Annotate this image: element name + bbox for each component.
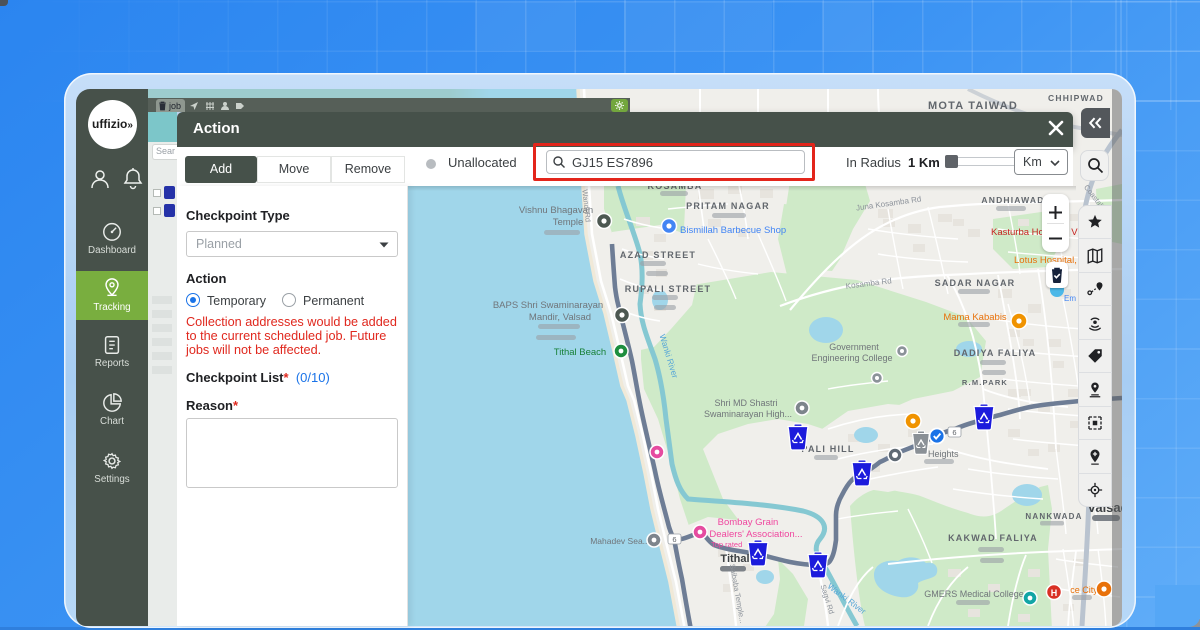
svg-text:RUPALI STREET: RUPALI STREET bbox=[625, 284, 711, 294]
svg-text:GMERS Medical College: GMERS Medical College bbox=[924, 589, 1024, 599]
svg-text:DADIYA FALIYA: DADIYA FALIYA bbox=[954, 348, 1037, 358]
svg-text:CHHIPWAD: CHHIPWAD bbox=[1048, 93, 1104, 103]
svg-text:Temple: Temple bbox=[553, 217, 584, 228]
svg-text:MOTA TAIWAD: MOTA TAIWAD bbox=[928, 100, 1018, 112]
svg-text:Dealers' Association...: Dealers' Association... bbox=[709, 529, 802, 540]
svg-text:Shri MD Shastri: Shri MD Shastri bbox=[714, 398, 777, 408]
svg-text:Mahadev Sea...: Mahadev Sea... bbox=[590, 536, 650, 546]
svg-text:BAPS Shri Swaminarayan: BAPS Shri Swaminarayan bbox=[493, 300, 603, 311]
svg-text:Vishnu Bhagavan: Vishnu Bhagavan bbox=[519, 205, 593, 216]
svg-text:Mama Kababis: Mama Kababis bbox=[943, 312, 1007, 323]
svg-text:ce City: ce City bbox=[1070, 585, 1098, 595]
svg-text:Heights: Heights bbox=[928, 449, 959, 459]
svg-text:NANKWADA: NANKWADA bbox=[1025, 512, 1082, 521]
svg-text:Mandir, Valsad: Mandir, Valsad bbox=[529, 312, 591, 323]
svg-text:Bombay Grain: Bombay Grain bbox=[718, 517, 779, 528]
svg-text:Engineering College: Engineering College bbox=[811, 353, 892, 363]
svg-text:SADAR NAGAR: SADAR NAGAR bbox=[935, 278, 1016, 288]
svg-text:R.M.PARK: R.M.PARK bbox=[962, 378, 1008, 387]
svg-text:ANDHIAWAD: ANDHIAWAD bbox=[981, 195, 1044, 205]
svg-text:Swaminarayan High...: Swaminarayan High... bbox=[704, 409, 792, 419]
svg-text:H: H bbox=[1051, 588, 1058, 598]
svg-text:PALI HILL: PALI HILL bbox=[801, 444, 854, 454]
svg-text:PRITAM NAGAR: PRITAM NAGAR bbox=[686, 201, 770, 211]
svg-text:Government: Government bbox=[829, 342, 879, 352]
svg-text:KAKWAD FALIYA: KAKWAD FALIYA bbox=[948, 533, 1038, 543]
svg-text:Tithal Beach: Tithal Beach bbox=[554, 347, 606, 358]
svg-text:AZAD STREET: AZAD STREET bbox=[620, 250, 696, 260]
svg-text:Top rated: Top rated bbox=[711, 540, 742, 549]
svg-text:Bismillah Barbecue Shop: Bismillah Barbecue Shop bbox=[680, 225, 786, 236]
svg-text:Em: Em bbox=[1064, 294, 1076, 303]
svg-text:6: 6 bbox=[672, 535, 676, 544]
svg-text:6: 6 bbox=[952, 428, 956, 437]
